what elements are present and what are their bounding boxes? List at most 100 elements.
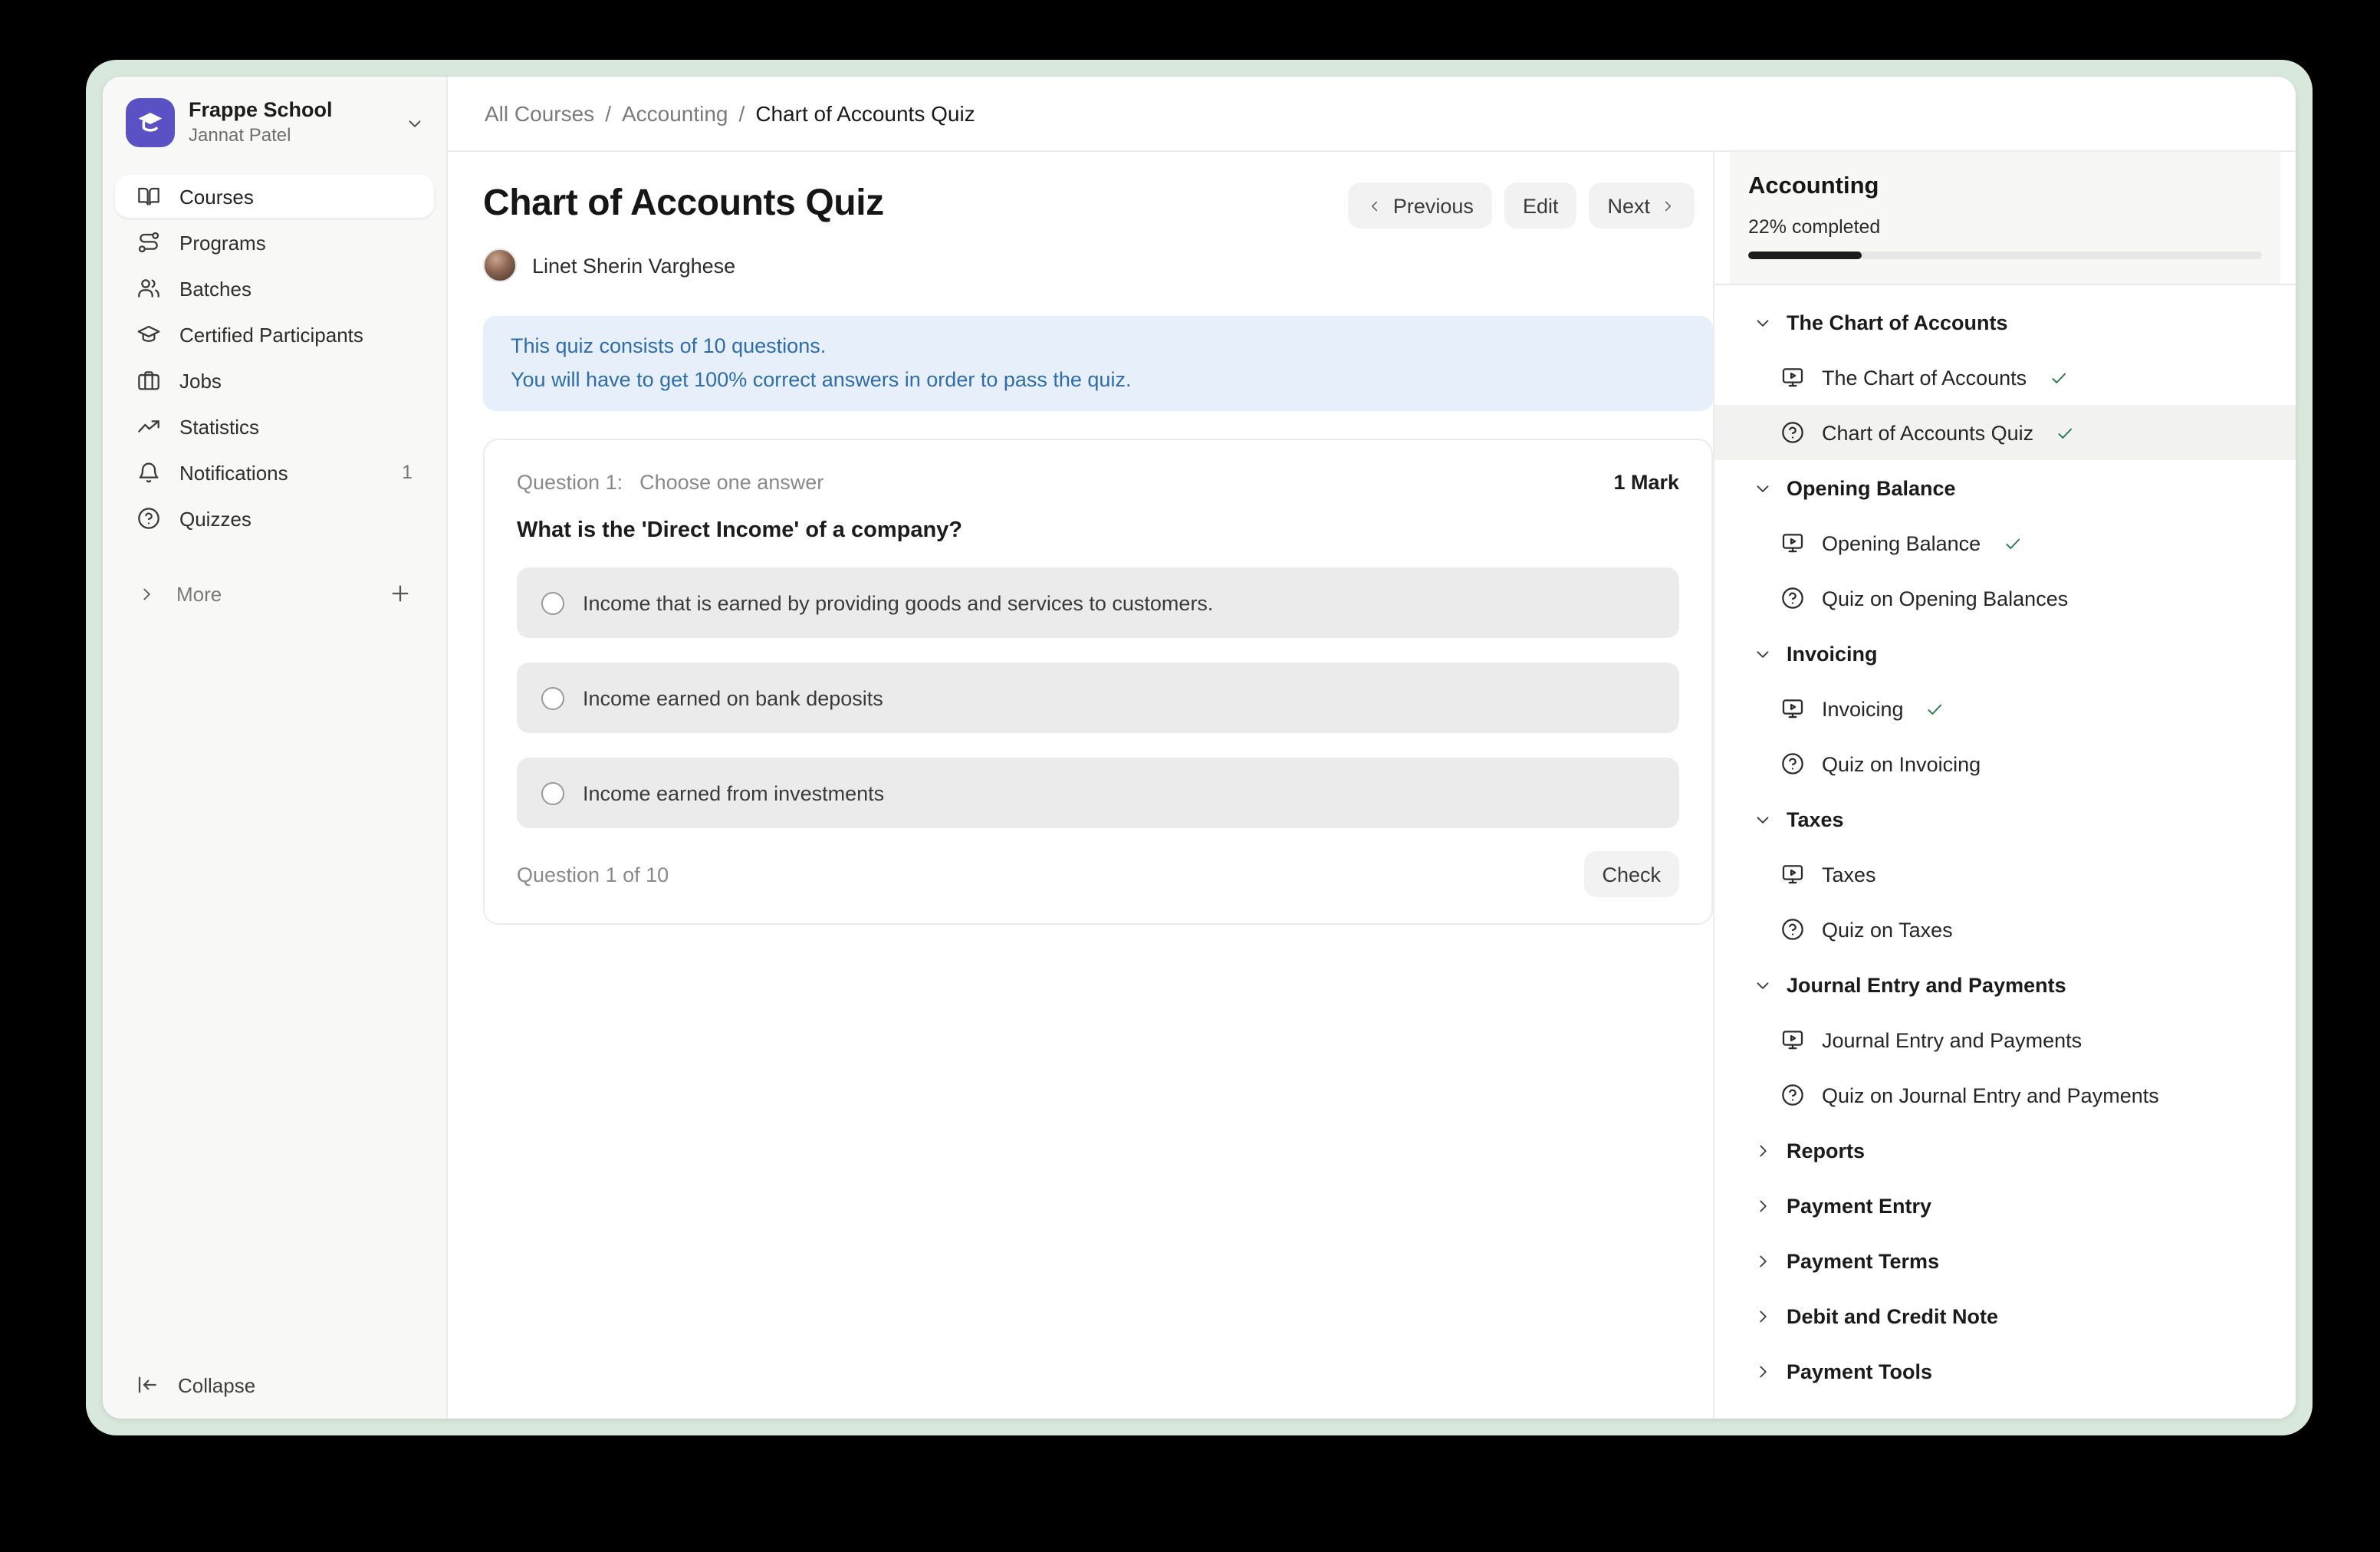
sidebar-item-label: Courses — [179, 185, 254, 208]
answer-option-label: Income earned from investments — [583, 781, 884, 804]
chapter-title: Payment Terms — [1787, 1249, 1939, 1272]
check-button[interactable]: Check — [1583, 851, 1679, 897]
chevron-right-icon — [1659, 197, 1676, 214]
chapter-title: Invoicing — [1787, 642, 1878, 665]
radio-button[interactable] — [541, 686, 564, 709]
frappe-school-logo — [126, 98, 175, 147]
plus-icon[interactable] — [388, 581, 413, 606]
outline-lesson-quiz-on-taxes[interactable]: Quiz on Taxes — [1714, 902, 2296, 957]
edit-button[interactable]: Edit — [1504, 182, 1577, 229]
sidebar-item-batches[interactable]: Batches — [115, 267, 434, 310]
quiz-info-line: This quiz consists of 10 questions. — [511, 330, 1685, 363]
help-circle-icon — [1780, 420, 1805, 445]
sidebar-item-notifications[interactable]: Notifications1 — [115, 451, 434, 494]
next-button-label: Next — [1607, 194, 1650, 217]
workspace-chevron[interactable] — [405, 113, 425, 133]
chevron-right-icon — [136, 584, 156, 603]
chevron-right-icon — [1753, 1361, 1773, 1381]
outline-chapter-reports[interactable]: Reports — [1714, 1123, 2296, 1178]
left-sidebar: Frappe School Jannat Patel Courses Progra… — [103, 77, 448, 1419]
lesson-title: Opening Balance — [1822, 531, 1981, 554]
radio-button[interactable] — [541, 781, 564, 804]
sidebar-item-quizzes[interactable]: Quizzes — [115, 497, 434, 540]
sidebar-item-label: Batches — [179, 277, 251, 300]
workspace-text: Frappe School Jannat Patel — [189, 99, 333, 147]
outline-chapter-debit-and-credit-note[interactable]: Debit and Credit Note — [1714, 1288, 2296, 1343]
outline-chapter-taxes[interactable]: Taxes — [1714, 791, 2296, 847]
chevron-right-icon — [1753, 1251, 1773, 1271]
author-byline: Linet Sherin Varghese — [483, 248, 1695, 282]
outline-chapter-invoicing[interactable]: Invoicing — [1714, 626, 2296, 681]
outline-lesson-invoicing[interactable]: Invoicing — [1714, 681, 2296, 736]
breadcrumb-link-accounting[interactable]: Accounting — [622, 101, 728, 126]
sidebar-item-certified-participants[interactable]: Certified Participants — [115, 313, 434, 356]
graduation-cap-icon — [136, 322, 161, 347]
previous-button[interactable]: Previous — [1349, 182, 1492, 229]
chevron-down-icon — [1753, 809, 1773, 829]
lesson-title: The Chart of Accounts — [1822, 366, 2027, 389]
help-circle-icon — [1780, 917, 1805, 942]
lesson-title: Invoicing — [1822, 697, 1904, 720]
chapter-title: Payment Entry — [1787, 1194, 1931, 1217]
plus-icon[interactable] — [388, 581, 413, 606]
check-icon — [2048, 367, 2068, 387]
previous-button-label: Previous — [1393, 194, 1474, 217]
question-marks: 1 Mark — [1613, 471, 1679, 494]
sidebar-item-label: Programs — [179, 231, 266, 254]
breadcrumb-link-all-courses[interactable]: All Courses — [485, 101, 594, 126]
chevron-right-icon — [136, 584, 156, 603]
outline-lesson-taxes[interactable]: Taxes — [1714, 847, 2296, 902]
radio-button[interactable] — [541, 591, 564, 614]
outline-chapter-payment-tools[interactable]: Payment Tools — [1714, 1343, 2296, 1399]
outline-lesson-quiz-on-opening-balances[interactable]: Quiz on Opening Balances — [1714, 570, 2296, 626]
users-icon — [136, 276, 161, 301]
collapse-arrow-icon — [135, 1373, 159, 1397]
answer-option-1[interactable]: Income that is earned by providing goods… — [517, 567, 1679, 638]
quiz-info-line: You will have to get 100% correct answer… — [511, 363, 1685, 397]
question-card: Question 1: Choose one answer 1 Mark Wha… — [483, 439, 1713, 925]
course-outline-header-wrap: Accounting 22% completed — [1714, 152, 2296, 285]
sidebar-item-statistics[interactable]: Statistics — [115, 405, 434, 448]
sidebar-item-courses[interactable]: Courses — [115, 175, 434, 218]
author-avatar — [483, 248, 517, 282]
outline-chapter-opening-balance[interactable]: Opening Balance — [1714, 460, 2296, 515]
outline-chapter-journal-entry-and-payments[interactable]: Journal Entry and Payments — [1714, 957, 2296, 1012]
chapter-title: Debit and Credit Note — [1787, 1304, 1998, 1327]
course-outline-panel: Accounting 22% completed The Chart of Ac… — [1713, 152, 2296, 1419]
outline-chapter-the-chart-of-accounts[interactable]: The Chart of Accounts — [1714, 294, 2296, 350]
question-instruction: Choose one answer — [639, 471, 823, 494]
answer-option-label: Income that is earned by providing goods… — [583, 591, 1213, 614]
chevron-right-icon — [1753, 1306, 1773, 1326]
app-window: Frappe School Jannat Patel Courses Progra… — [86, 60, 2313, 1435]
chevron-left-icon — [1367, 197, 1384, 214]
check-button-label: Check — [1602, 863, 1661, 886]
outline-lesson-the-chart-of-accounts[interactable]: The Chart of Accounts — [1714, 350, 2296, 405]
sidebar-item-programs[interactable]: Programs — [115, 221, 434, 264]
next-button[interactable]: Next — [1589, 182, 1695, 229]
outline-chapter-payment-terms[interactable]: Payment Terms — [1714, 1233, 2296, 1288]
check-icon — [1925, 699, 1945, 718]
collapse-sidebar-button[interactable]: Collapse — [103, 1360, 446, 1409]
answer-option-2[interactable]: Income earned on bank deposits — [517, 663, 1679, 733]
breadcrumb-current: Chart of Accounts Quiz — [755, 101, 975, 126]
answer-option-3[interactable]: Income earned from investments — [517, 758, 1679, 828]
outline-lesson-quiz-on-invoicing[interactable]: Quiz on Invoicing — [1714, 736, 2296, 791]
outline-lesson-journal-entry-and-payments[interactable]: Journal Entry and Payments — [1714, 1012, 2296, 1067]
chapter-title: Taxes — [1787, 807, 1844, 830]
outline-lesson-opening-balance[interactable]: Opening Balance — [1714, 515, 2296, 570]
outline-lesson-quiz-on-journal-entry-and-payments[interactable]: Quiz on Journal Entry and Payments — [1714, 1067, 2296, 1123]
outline-lesson-chart-of-accounts-quiz[interactable]: Chart of Accounts Quiz — [1714, 405, 2296, 460]
chevron-right-icon — [1659, 197, 1676, 214]
page-title: Chart of Accounts Quiz — [483, 182, 884, 225]
graduation-cap-logo-icon — [135, 107, 166, 138]
chevron-right-icon — [1753, 1195, 1773, 1215]
chevron-down-icon — [1753, 478, 1773, 498]
outline-chapter-payment-entry[interactable]: Payment Entry — [1714, 1178, 2296, 1233]
content-column: All Courses/Accounting/Chart of Accounts… — [448, 77, 2296, 1419]
chapter-title: Payment Tools — [1787, 1360, 1932, 1383]
workspace-switcher[interactable]: Frappe School Jannat Patel — [103, 77, 446, 164]
sidebar-item-jobs[interactable]: Jobs — [115, 359, 434, 402]
help-circle-icon — [136, 506, 161, 531]
course-outline-list: The Chart of Accounts The Chart of Accoun… — [1714, 285, 2296, 1399]
sidebar-item-more[interactable]: More — [103, 570, 446, 617]
